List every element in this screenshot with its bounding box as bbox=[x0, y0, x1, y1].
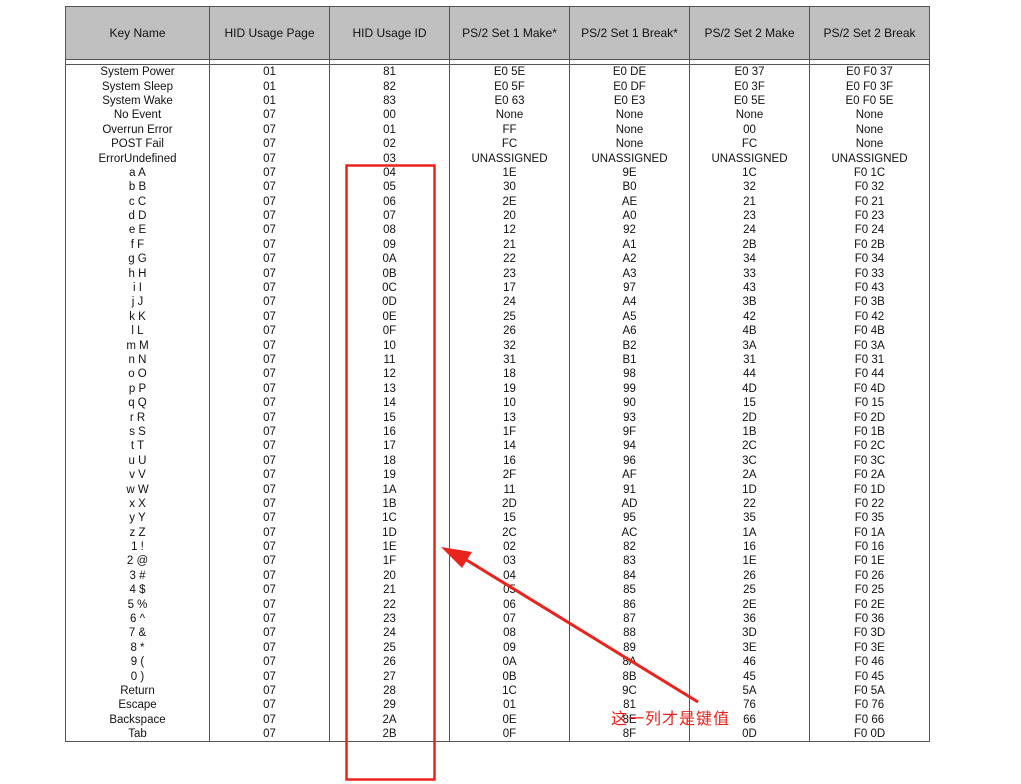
annotation-arrow-head bbox=[441, 547, 472, 568]
highlight-box-usage-id-column bbox=[345, 164, 436, 781]
annotation-arrow-shaft bbox=[459, 554, 699, 704]
annotation-note: 这一列才是键值 bbox=[611, 709, 731, 728]
annotation-layer bbox=[345, 164, 699, 781]
document-page: Key Name HID Usage Page HID Usage ID PS/… bbox=[0, 0, 1021, 784]
